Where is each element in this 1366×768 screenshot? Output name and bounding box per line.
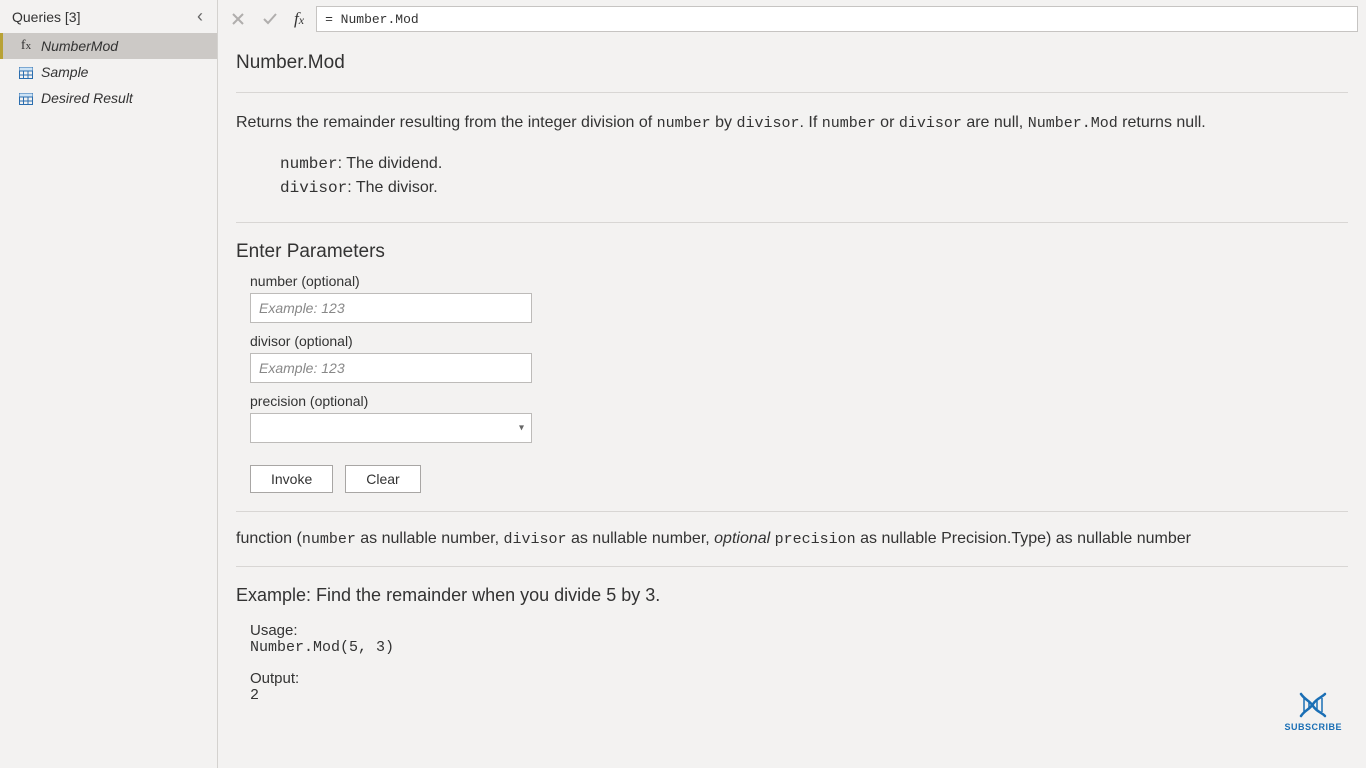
clear-button[interactable]: Clear [345, 465, 420, 493]
table-icon [17, 64, 35, 80]
number-input[interactable] [250, 293, 532, 323]
sidebar-header: Queries [3] ‹ [0, 0, 217, 33]
function-title: Number.Mod [236, 52, 1348, 92]
invoke-button[interactable]: Invoke [250, 465, 333, 493]
table-icon [17, 90, 35, 106]
field-precision: precision (optional) ▾ [250, 393, 1348, 443]
divisor-input[interactable] [250, 353, 532, 383]
function-description: Returns the remainder resulting from the… [236, 93, 1348, 146]
param-desc-divisor: divisor: The divisor. [280, 176, 1348, 200]
queries-sidebar: Queries [3] ‹ fx NumberMod Sample Desire… [0, 0, 218, 768]
query-label: NumberMod [41, 38, 118, 54]
subscribe-watermark: SUBSCRIBE [1284, 692, 1342, 732]
main-panel: fx Number.Mod Returns the remainder resu… [218, 0, 1366, 768]
form-buttons: Invoke Clear [250, 453, 1348, 511]
formula-input[interactable] [316, 6, 1358, 32]
divisor-label: divisor (optional) [250, 333, 1348, 349]
query-label: Sample [41, 64, 88, 80]
fx-button[interactable]: fx [290, 9, 308, 29]
example-title: Example: Find the remainder when you div… [236, 567, 1348, 616]
precision-select-input[interactable] [250, 413, 532, 443]
number-label: number (optional) [250, 273, 1348, 289]
function-doc: Number.Mod Returns the remainder resulti… [218, 38, 1366, 768]
param-description-list: number: The dividend. divisor: The divis… [236, 146, 1348, 222]
formula-bar: fx [218, 0, 1366, 38]
field-divisor: divisor (optional) [250, 333, 1348, 383]
query-label: Desired Result [41, 90, 133, 106]
cancel-formula-button[interactable] [226, 7, 250, 31]
example-block: Usage: Number.Mod(5, 3) Output: 2 [236, 622, 1348, 704]
sidebar-title: Queries [3] [12, 9, 80, 25]
function-signature: function (number as nullable number, div… [236, 512, 1348, 566]
subscribe-label: SUBSCRIBE [1284, 722, 1342, 732]
field-number: number (optional) [250, 273, 1348, 323]
precision-select[interactable]: ▾ [250, 413, 532, 443]
accept-formula-button[interactable] [258, 7, 282, 31]
query-item-sample[interactable]: Sample [0, 59, 217, 85]
output-label: Output: [250, 670, 1348, 687]
usage-label: Usage: [250, 622, 1348, 639]
precision-label: precision (optional) [250, 393, 1348, 409]
dna-icon [1295, 692, 1331, 720]
output-value: 2 [250, 687, 1348, 704]
enter-parameters-title: Enter Parameters [236, 223, 1348, 273]
query-item-numbermod[interactable]: fx NumberMod [0, 33, 217, 59]
fx-icon: fx [17, 38, 35, 54]
usage-code: Number.Mod(5, 3) [250, 639, 1348, 656]
parameters-form: number (optional) divisor (optional) pre… [236, 273, 1348, 511]
param-desc-number: number: The dividend. [280, 152, 1348, 176]
query-item-desired-result[interactable]: Desired Result [0, 85, 217, 111]
collapse-sidebar-button[interactable]: ‹ [193, 6, 207, 27]
